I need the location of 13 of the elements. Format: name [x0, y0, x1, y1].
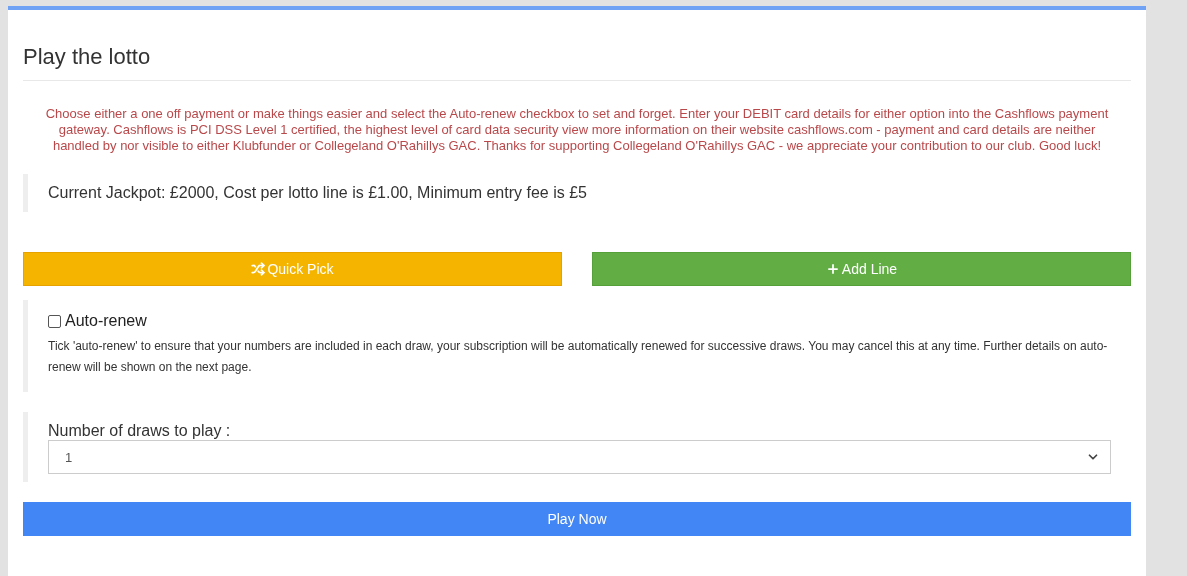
checkbox-label: Auto-renew [65, 312, 147, 330]
payment-notice: Choose either a one off payment or make things easier and select the Auto-renew checkbox to set and forget. Enter your DEBIT card details for either option into the Cashflows payment gateway. Cashflows is PCI DSS Level 1 certified, the highest level of card data security view more information on their website cashflows.com - payment and card details are neither handled by nor visible to either Klubfunder or Collegeland O'Rahillys GAC. Thanks for supporting Collegeland O'Rahillys GAC - we appreciate your contribution to our club. Good luck! [44, 106, 1110, 154]
add-line-button[interactable]: Add Line [592, 252, 1131, 286]
auto-renew-description: Tick 'auto-renew' to ensure that your numbers are included in each draw, your subscription will be automatically renewed for successive draws. You may cancel this at any time. Further details on auto-renew will be shown on the next page. [48, 338, 1109, 376]
jackpot-info: Current Jackpot: £2000, Cost per lotto line is £1.00, Minimum entry fee is £5 [48, 184, 588, 202]
page-title: Play the lotto [23, 10, 1131, 81]
quick-pick-button[interactable]: Quick Pick [23, 252, 562, 286]
draws-select[interactable]: 1 [48, 440, 1111, 474]
play-now-button[interactable]: Play Now [23, 502, 1131, 536]
shuffle-icon [251, 262, 266, 276]
plus-icon [825, 262, 840, 276]
draws-label: Number of draws to play : [48, 422, 232, 440]
auto-renew-checkbox[interactable] [48, 314, 61, 328]
